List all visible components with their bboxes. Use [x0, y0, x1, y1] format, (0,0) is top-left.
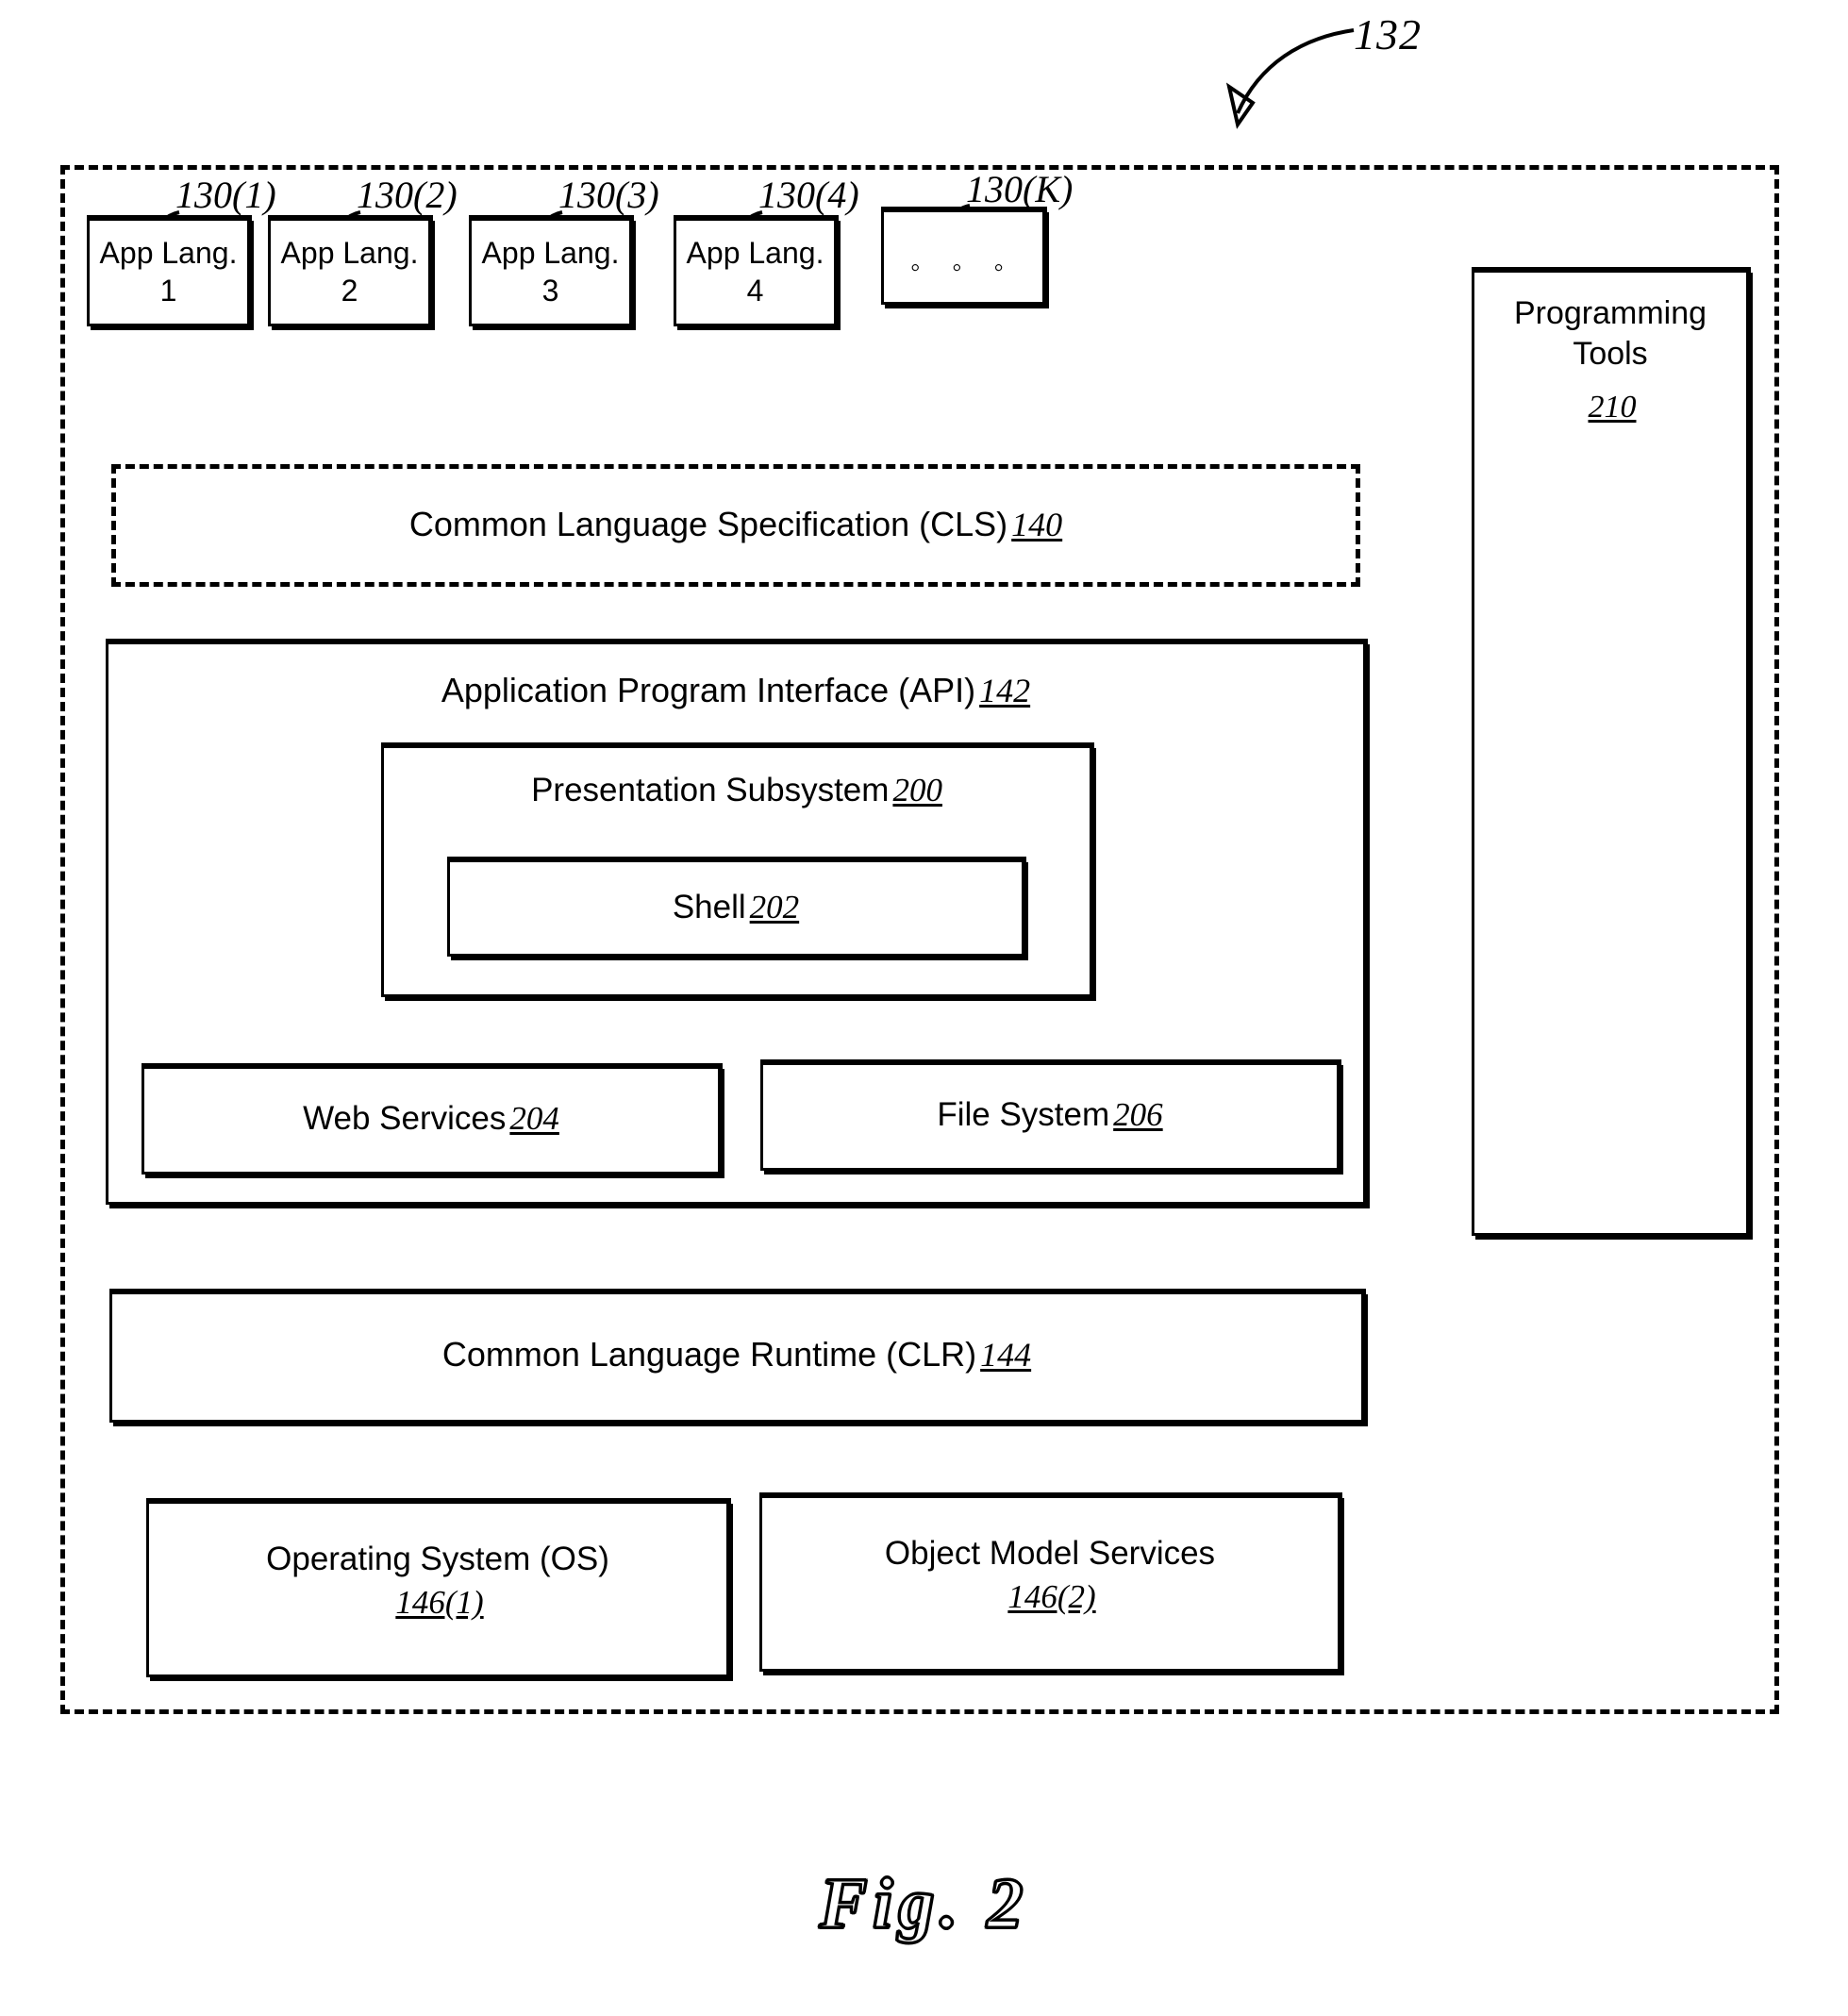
file-system-box[interactable]: File System 206 [760, 1059, 1341, 1171]
common-language-specification-box[interactable]: Common Language Specification (CLS) 140 [111, 464, 1360, 587]
app-lang-1-number: 1 [159, 274, 177, 308]
operating-system-box[interactable]: Operating System (OS) 146(1) [146, 1498, 731, 1677]
app-lang-3-label: App Lang. [481, 236, 620, 270]
ellipsis-icon: ◦ ◦ ◦ [910, 252, 1016, 283]
shell-label: Shell 202 [672, 889, 800, 925]
presentation-subsystem-label: Presentation Subsystem 200 [531, 772, 942, 808]
web-services-label: Web Services 204 [303, 1100, 559, 1137]
app-lang-3-box[interactable]: App Lang. 3 [469, 215, 634, 326]
app-lang-4-box[interactable]: App Lang. 4 [674, 215, 839, 326]
app-lang-4-number: 4 [746, 274, 764, 308]
figure-caption: Fig. 2 [818, 1863, 1029, 1945]
object-model-services-box[interactable]: Object Model Services 146(2) [759, 1492, 1342, 1672]
shell-box[interactable]: Shell 202 [447, 857, 1026, 957]
app-lang-2-number: 2 [341, 274, 358, 308]
web-services-box[interactable]: Web Services 204 [142, 1063, 723, 1175]
cls-label: Common Language Specification (CLS) 140 [408, 505, 1063, 543]
file-system-label: File System 206 [937, 1096, 1163, 1133]
app-lang-ellipsis-box[interactable]: ◦ ◦ ◦ [881, 207, 1047, 305]
ref-132-label: 132 [1354, 10, 1422, 58]
operating-system-ref: 146(1) [395, 1584, 484, 1621]
app-lang-4-label: App Lang. [686, 236, 824, 270]
common-language-runtime-box[interactable]: Common Language Runtime (CLR) 144 [109, 1289, 1366, 1423]
callout-130-k: 130(K) [966, 168, 1074, 210]
app-lang-2-label: App Lang. [280, 236, 419, 270]
programming-tools-label: Programming Tools [1513, 295, 1707, 372]
callout-130-2: 130(2) [357, 174, 458, 216]
app-lang-1-box[interactable]: App Lang. 1 [87, 215, 252, 326]
operating-system-label: Operating System (OS) [266, 1541, 609, 1577]
callout-130-1: 130(1) [175, 174, 276, 216]
programming-tools-ref: 210 [1588, 390, 1637, 425]
object-model-services-label: Object Model Services [884, 1535, 1216, 1572]
callout-130-3: 130(3) [558, 174, 659, 216]
programming-tools-box[interactable]: Programming Tools 210 [1472, 267, 1751, 1236]
clr-label: Common Language Runtime (CLR) 144 [441, 1335, 1032, 1374]
app-lang-1-label: App Lang. [99, 236, 238, 270]
app-lang-3-number: 3 [541, 274, 559, 308]
callout-130-4: 130(4) [758, 174, 859, 216]
api-label: Application Program Interface (API) 142 [441, 671, 1031, 709]
app-lang-2-box[interactable]: App Lang. 2 [268, 215, 433, 326]
object-model-services-ref: 146(2) [1007, 1578, 1096, 1615]
